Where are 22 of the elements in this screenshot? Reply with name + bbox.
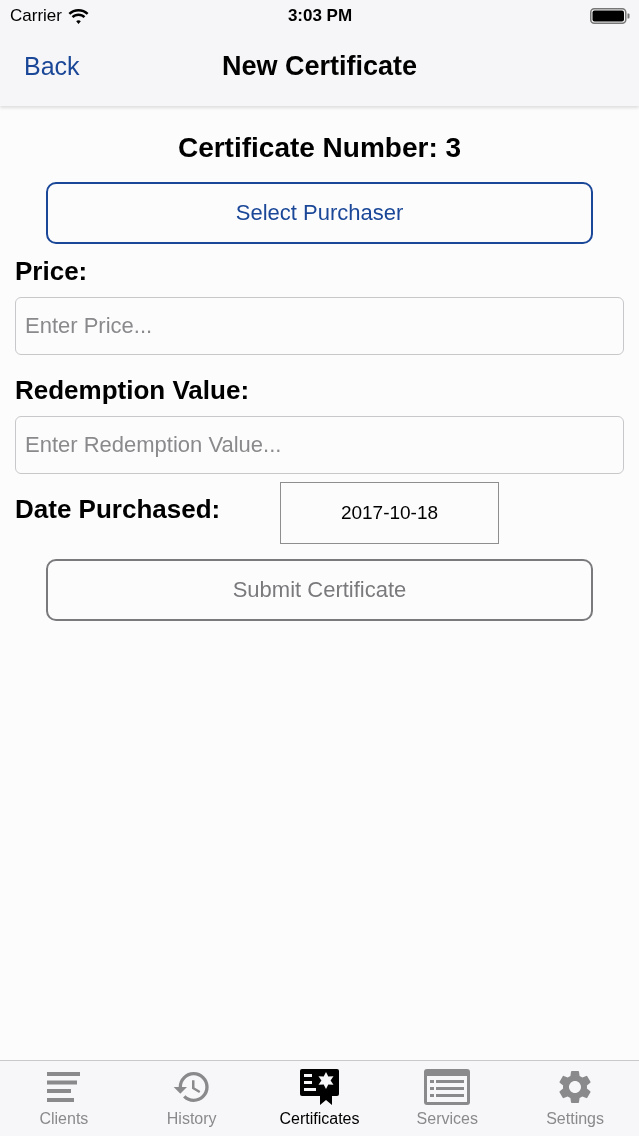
- status-time: 3:03 PM: [287, 6, 353, 26]
- wifi-icon: [67, 8, 89, 24]
- tab[interactable]: Settings: [511, 1061, 639, 1136]
- date-field[interactable]: 2017-10-18: [280, 482, 499, 544]
- screen-title: New Certificate: [221, 50, 418, 82]
- select-purchaser-button[interactable]: Select Purchaser: [46, 182, 593, 244]
- tab[interactable]: Certificates: [255, 1061, 384, 1136]
- input-field[interactable]: Enter Redemption Value...: [15, 416, 624, 474]
- tab[interactable]: Clients: [0, 1061, 128, 1136]
- input-field[interactable]: Enter Price...: [15, 297, 624, 355]
- battery-icon: [590, 8, 630, 24]
- tab[interactable]: History: [127, 1061, 256, 1136]
- list-lines-icon: [47, 1072, 81, 1102]
- certificate-number-heading: Certificate Number: 3: [176, 131, 463, 165]
- list-window-icon: [424, 1069, 471, 1105]
- certificate-icon: [300, 1069, 339, 1105]
- back-button[interactable]: Back: [24, 51, 80, 81]
- field-label: Redemption Value:: [15, 375, 251, 405]
- tab[interactable]: Services: [383, 1061, 512, 1136]
- field-label: Date Purchased:: [15, 493, 222, 524]
- carrier-name: Carrier: [10, 6, 62, 26]
- field-label: Price:: [15, 256, 89, 286]
